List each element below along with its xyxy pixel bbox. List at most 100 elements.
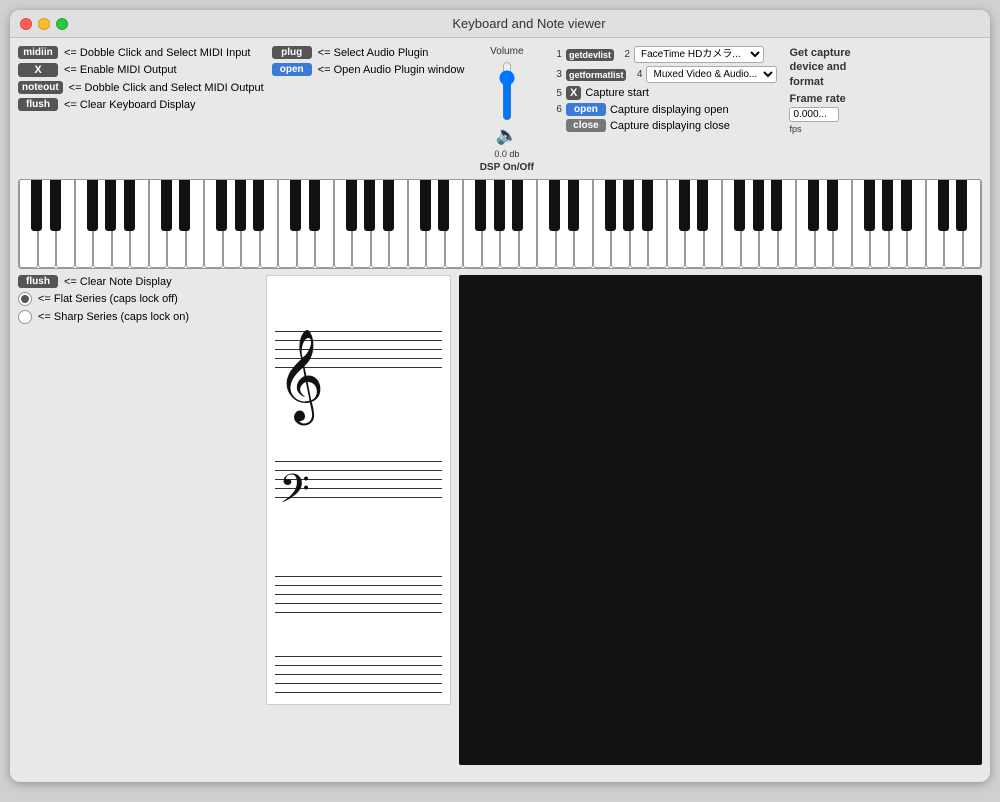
white-key[interactable] [223,180,242,268]
capture-open-label: Capture displaying open [610,104,729,116]
white-key[interactable] [93,180,112,268]
white-key[interactable] [186,180,205,268]
plugin-open-row: open <= Open Audio Plugin window [272,63,472,76]
white-key[interactable] [352,180,371,268]
white-key[interactable] [870,180,889,268]
white-key[interactable] [500,180,519,268]
white-key[interactable] [519,180,538,268]
white-key[interactable] [574,180,593,268]
flush-note-row: flush <= Clear Note Display [18,275,258,288]
capture-x-badge[interactable]: X [566,86,581,100]
white-key[interactable] [741,180,760,268]
white-key[interactable] [722,180,741,268]
white-key[interactable] [759,180,778,268]
minimize-button[interactable] [38,18,50,30]
capture-row-3: 5 X Capture start [550,86,778,100]
main-window: Keyboard and Note viewer midiin <= Dobbl… [10,10,990,782]
flat-radio[interactable] [18,292,32,306]
maximize-button[interactable] [56,18,68,30]
frame-rate-unit: fps [789,124,850,134]
white-key[interactable] [334,180,353,268]
white-key[interactable] [408,180,427,268]
flush-note-badge[interactable]: flush [18,275,58,288]
device2-select[interactable]: Muxed Video & Audio... [646,66,777,83]
device1-select[interactable]: FaceTime HDカメラ... [634,46,764,63]
volume-slider[interactable] [497,61,517,121]
white-key[interactable] [704,180,723,268]
bass-clef: 𝄢 [279,471,310,519]
white-key[interactable] [537,180,556,268]
flush-note-label: <= Clear Note Display [64,276,172,288]
plugin-open-label: <= Open Audio Plugin window [318,64,465,76]
num-3: 3 [550,69,562,80]
white-key[interactable] [907,180,926,268]
main-content: midiin <= Dobble Click and Select MIDI I… [10,38,990,773]
white-key[interactable] [56,180,75,268]
volume-slider-container [497,61,517,121]
midiin-badge[interactable]: midiin [18,46,58,59]
white-key[interactable] [796,180,815,268]
dsp-section: Volume 🔈 0.0 db DSP On/Off [480,46,534,173]
getdevlist-badge[interactable]: getdevlist [566,49,614,61]
white-key[interactable] [648,180,667,268]
white-key[interactable] [630,180,649,268]
white-key[interactable] [833,180,852,268]
white-key[interactable] [167,180,186,268]
white-key[interactable] [389,180,408,268]
white-key[interactable] [944,180,963,268]
white-key[interactable] [611,180,630,268]
white-key[interactable] [778,180,797,268]
get-capture-text: Get capture device and format [789,46,850,89]
white-key[interactable] [260,180,279,268]
sharp-label: <= Sharp Series (caps lock on) [38,311,189,323]
white-key[interactable] [963,180,982,268]
midi-section: midiin <= Dobble Click and Select MIDI I… [18,46,264,111]
white-key[interactable] [75,180,94,268]
white-key[interactable] [426,180,445,268]
white-key[interactable] [38,180,57,268]
white-key[interactable] [463,180,482,268]
open-badge[interactable]: open [272,63,312,76]
white-key[interactable] [371,180,390,268]
x-badge[interactable]: X [18,63,58,77]
sharp-radio[interactable] [18,310,32,324]
white-key[interactable] [149,180,168,268]
lower-staff [275,576,442,621]
white-key[interactable] [889,180,908,268]
bottom-section: flush <= Clear Note Display <= Flat Seri… [18,275,982,765]
midi-output-row: X <= Enable MIDI Output [18,63,264,77]
volume-label: Volume [490,46,523,57]
white-key[interactable] [241,180,260,268]
capture-close-badge[interactable]: close [566,119,606,132]
volume-db: 0.0 db [494,149,519,159]
white-key[interactable] [445,180,464,268]
close-button[interactable] [20,18,32,30]
white-key[interactable] [667,180,686,268]
white-key[interactable] [593,180,612,268]
capture-row-2: 3 getformatlist 4 Muxed Video & Audio... [550,66,778,83]
white-key[interactable] [19,180,38,268]
white-key[interactable] [852,180,871,268]
frame-rate-label: Frame rate [789,93,850,105]
plug-badge[interactable]: plug [272,46,312,59]
flush-keyboard-badge[interactable]: flush [18,98,58,111]
white-key[interactable] [204,180,223,268]
white-key[interactable] [112,180,131,268]
white-key[interactable] [482,180,501,268]
flat-label: <= Flat Series (caps lock off) [38,293,178,305]
capture-open-badge[interactable]: open [566,103,606,116]
white-key[interactable] [685,180,704,268]
white-key[interactable] [278,180,297,268]
piano-keyboard[interactable]: // Will generate via JS below [18,179,982,269]
white-key[interactable] [556,180,575,268]
white-key[interactable] [315,180,334,268]
flush-keyboard-row: flush <= Clear Keyboard Display [18,98,264,111]
white-key[interactable] [130,180,149,268]
midi-output-label: <= Enable MIDI Output [64,64,177,76]
noteout-badge[interactable]: noteout [18,81,63,94]
video-area [459,275,982,765]
white-key[interactable] [297,180,316,268]
getformatlist-badge[interactable]: getformatlist [566,69,627,81]
white-key[interactable] [815,180,834,268]
white-key[interactable] [926,180,945,268]
